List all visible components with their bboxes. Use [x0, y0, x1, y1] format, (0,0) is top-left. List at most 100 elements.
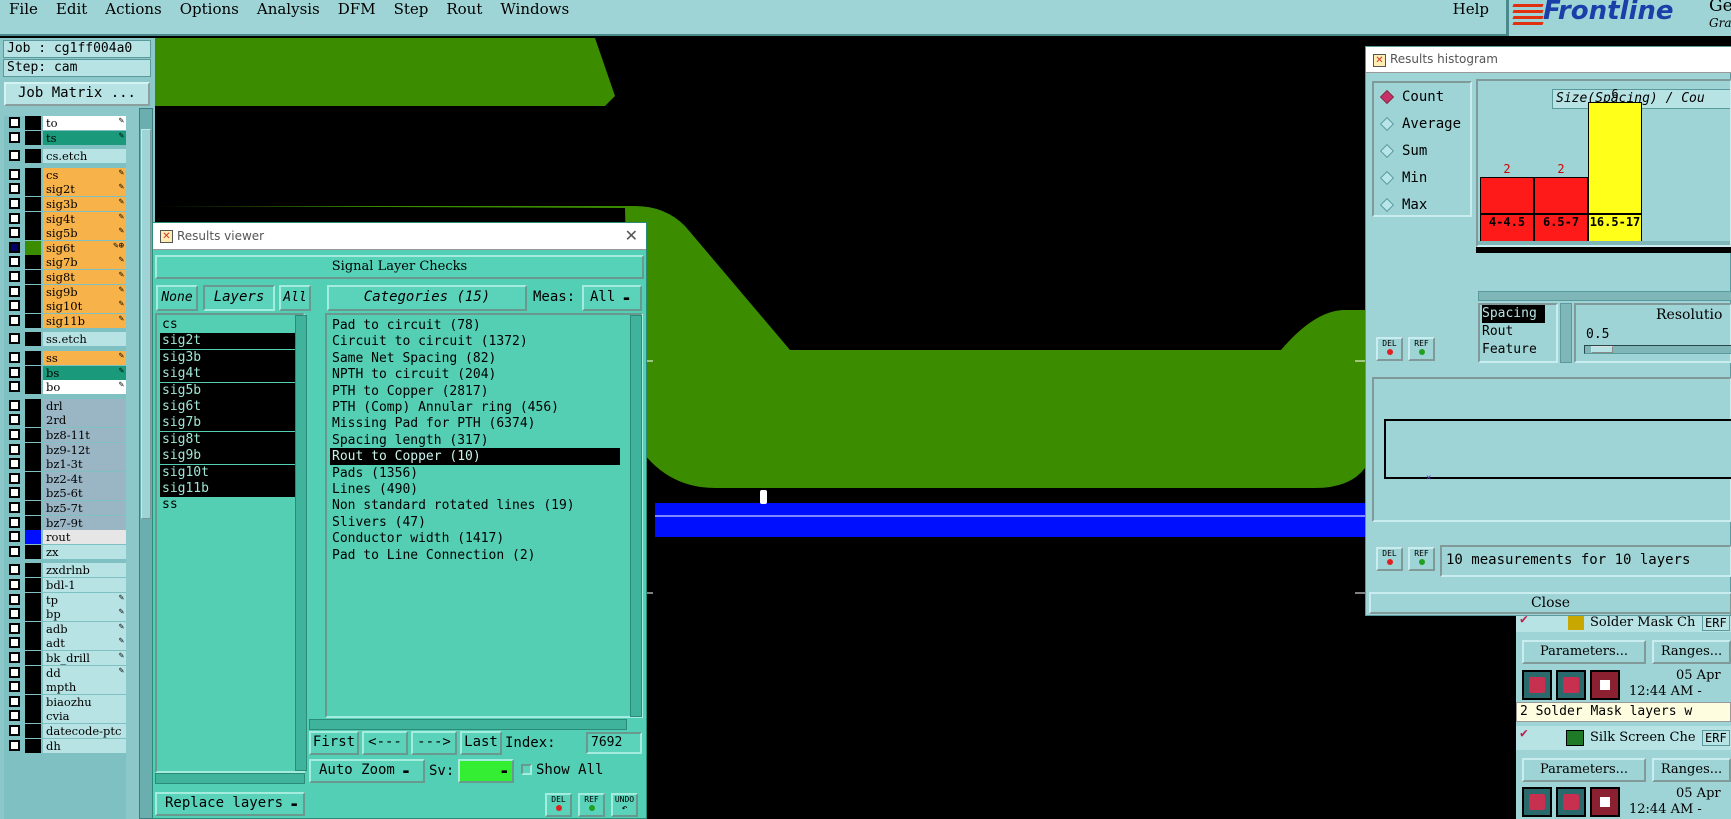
result-layer-item[interactable]: sig9b [160, 448, 303, 465]
layer-row[interactable]: sig7b ✎ [6, 255, 126, 270]
mode-radio-sum[interactable]: Sum [1379, 141, 1427, 161]
menu-dfm[interactable]: DFM [329, 1, 385, 17]
layer-checkbox[interactable] [9, 399, 20, 411]
layer-row[interactable]: cs ✎ [6, 167, 126, 182]
layer-checkbox[interactable] [9, 458, 20, 470]
result-layer-item[interactable]: cs [160, 317, 303, 333]
parameters-button[interactable]: Parameters... [1522, 758, 1646, 782]
layer-name[interactable]: zxdrlnb [43, 563, 126, 578]
run-icon[interactable] [1556, 787, 1586, 817]
layer-row[interactable]: sig10t ✎ [6, 299, 126, 314]
layer-name[interactable]: bz1-3t [43, 457, 126, 472]
results-viewer-titlebar[interactable]: ✕ Results viewer ✕ [153, 223, 646, 250]
layer-name[interactable]: adt [43, 636, 126, 651]
layer-color-swatch[interactable] [25, 563, 41, 578]
ref-button[interactable]: REF [578, 793, 605, 817]
run-icon[interactable] [1556, 670, 1586, 700]
layer-color-swatch[interactable] [25, 578, 41, 592]
erf-button[interactable]: ERF [1702, 615, 1730, 631]
show-all-checkbox[interactable] [521, 764, 532, 775]
layer-row[interactable]: bz7-9t [6, 515, 126, 530]
layer-name[interactable]: drl [43, 398, 126, 413]
layer-name[interactable]: dh [43, 738, 126, 753]
layer-color-swatch[interactable] [25, 255, 41, 270]
layer-color-swatch[interactable] [25, 226, 41, 241]
category-item[interactable]: Slivers (47) [330, 514, 620, 531]
categories-tab[interactable]: Categories (15) [327, 285, 527, 311]
layer-color-swatch[interactable] [25, 442, 41, 457]
layer-checkbox[interactable] [9, 333, 20, 345]
replace-layers-dropdown[interactable]: Replace layers ▬ [155, 792, 305, 816]
layer-color-swatch[interactable] [25, 149, 41, 164]
menu-actions[interactable]: Actions [96, 1, 170, 17]
mode-radio-count[interactable]: Count [1379, 87, 1444, 107]
meas-dropdown[interactable]: All ▬ [582, 285, 642, 311]
layer-name[interactable]: tp [43, 592, 126, 607]
menu-step[interactable]: Step [385, 1, 438, 17]
layer-color-swatch[interactable] [25, 709, 41, 724]
category-item[interactable]: Same Net Spacing (82) [330, 350, 620, 367]
option-feature[interactable]: Feature [1482, 341, 1556, 359]
layers-scrollbar[interactable] [295, 315, 307, 771]
layer-row[interactable]: bz2-4t [6, 471, 126, 486]
layer-row[interactable]: dd ✎ [6, 665, 126, 680]
layer-row[interactable]: adb ✎ [6, 621, 126, 636]
none-button[interactable]: None [156, 285, 198, 311]
layer-color-swatch[interactable] [25, 270, 41, 284]
layer-name[interactable]: bz9-12t [43, 442, 126, 457]
layer-color-swatch[interactable] [25, 197, 41, 211]
layer-name[interactable]: cs [43, 167, 126, 182]
hist-ref-button[interactable]: REF [1408, 337, 1435, 361]
category-item[interactable]: Missing Pad for PTH (6374) [330, 415, 620, 432]
erf-button[interactable]: ERF [1702, 730, 1730, 746]
result-layer-item[interactable]: sig7b [160, 415, 303, 432]
layer-color-swatch[interactable] [25, 457, 41, 472]
lower-del-button[interactable]: DEL [1376, 547, 1403, 571]
categories-scrollbar[interactable] [630, 315, 642, 717]
layer-name[interactable]: bdl-1 [43, 578, 126, 592]
layer-name[interactable]: sig3b [43, 197, 126, 211]
category-item[interactable]: Circuit to circuit (1372) [330, 333, 620, 350]
ranges-button[interactable]: Ranges... [1652, 758, 1731, 782]
next-button[interactable]: ---> [411, 731, 457, 755]
layer-checkbox[interactable] [9, 531, 20, 543]
layer-color-swatch[interactable] [25, 332, 41, 347]
layer-name[interactable]: rout [43, 530, 126, 545]
layer-row[interactable]: sig2t ✎ [6, 182, 126, 197]
layer-row[interactable]: bz5-6t [6, 486, 126, 501]
layer-row[interactable]: sig11b ✎ [6, 313, 126, 328]
layer-checkbox[interactable] [9, 681, 20, 693]
result-layer-item[interactable]: sig8t [160, 431, 303, 448]
layer-checkbox[interactable] [9, 198, 20, 209]
layers-tab[interactable]: Layers [203, 285, 275, 311]
category-item[interactable]: Lines (490) [330, 481, 620, 498]
layer-color-swatch[interactable] [25, 592, 41, 607]
layer-row[interactable]: sig3b ✎ [6, 197, 126, 211]
solder-mask-label[interactable]: Solder Mask Ch [1590, 615, 1695, 630]
layer-row[interactable]: sig9b ✎ [6, 284, 126, 299]
histogram-bar[interactable] [1534, 177, 1588, 214]
layer-color-swatch[interactable] [25, 130, 41, 145]
sv-color-dropdown[interactable]: ▬ [458, 759, 514, 783]
layer-color-swatch[interactable] [25, 724, 41, 738]
option-scrollbar[interactable] [1560, 303, 1572, 363]
layer-color-swatch[interactable] [25, 636, 41, 651]
result-layer-item[interactable]: ss [160, 497, 303, 513]
layer-row[interactable]: 2rd [6, 413, 126, 428]
layer-checkbox[interactable] [9, 739, 20, 751]
layer-checkbox[interactable] [9, 443, 20, 455]
layer-name[interactable]: adb [43, 621, 126, 636]
layer-color-swatch[interactable] [25, 621, 41, 636]
layer-name[interactable]: sig11b [43, 313, 126, 328]
category-item[interactable]: PTH to Copper (2817) [330, 383, 620, 400]
layer-name[interactable]: bz5-7t [43, 501, 126, 515]
layer-checkbox[interactable] [9, 652, 20, 663]
layer-checkbox[interactable] [9, 545, 20, 557]
layer-row[interactable]: mpth [6, 680, 126, 695]
layer-row[interactable]: sig6t ✎⊕ [6, 240, 126, 255]
layer-name[interactable]: sig7b [43, 255, 126, 270]
layer-row[interactable]: drl [6, 398, 126, 413]
menu-windows[interactable]: Windows [491, 1, 578, 17]
mode-radio-average[interactable]: Average [1379, 114, 1461, 134]
last-button[interactable]: Last [460, 731, 502, 755]
